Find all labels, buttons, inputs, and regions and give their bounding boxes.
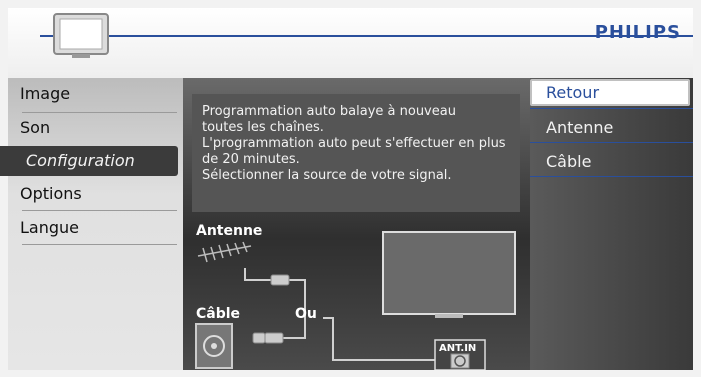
option-cable[interactable]: Câble (546, 152, 591, 171)
menu-separator (22, 210, 177, 211)
connector-icon (252, 274, 290, 344)
ant-in-label: ANT.IN (439, 343, 476, 354)
info-line: Sélectionner la source de votre signal. (202, 168, 452, 183)
option-antenne[interactable]: Antenne (546, 118, 613, 137)
or-label: Ou (295, 306, 317, 322)
menu-separator (22, 112, 177, 113)
tv-screen-icon (382, 231, 516, 318)
ant-in-port: ANT.IN (434, 339, 486, 370)
retour-button[interactable]: Retour (530, 79, 690, 106)
menu-separator (22, 244, 177, 245)
menu-item-son[interactable]: Son (20, 118, 50, 137)
menu-separator (530, 176, 693, 177)
info-line: L'programmation auto peut s'effectuer en… (202, 136, 506, 151)
info-line: de 20 minutes. (202, 152, 300, 167)
info-line: toutes les chaînes. (202, 120, 324, 135)
menu-item-configuration[interactable]: Configuration (0, 146, 178, 176)
right-panel: Retour Antenne Câble (530, 78, 693, 370)
wall-outlet-icon (195, 323, 233, 369)
connection-diagram: Antenne Câble Ou ANT.IN (195, 223, 516, 370)
menu-item-options[interactable]: Options (20, 184, 82, 203)
info-line: Programmation auto balaye à nouveau (202, 104, 456, 119)
info-box: Programmation auto balaye à nouveau tout… (192, 94, 520, 212)
header-bar (8, 8, 693, 78)
menu-item-image[interactable]: Image (20, 84, 70, 103)
menu-item-langue[interactable]: Langue (20, 218, 79, 237)
brand-logo: PHILIPS (594, 22, 681, 43)
menu-separator (530, 108, 693, 109)
center-panel: Programmation auto balaye à nouveau tout… (183, 78, 530, 370)
antenna-label: Antenne (196, 223, 262, 239)
menu-separator (530, 142, 693, 143)
cable-label: Câble (196, 306, 240, 322)
tv-icon (53, 13, 109, 58)
antenna-icon (197, 241, 252, 263)
